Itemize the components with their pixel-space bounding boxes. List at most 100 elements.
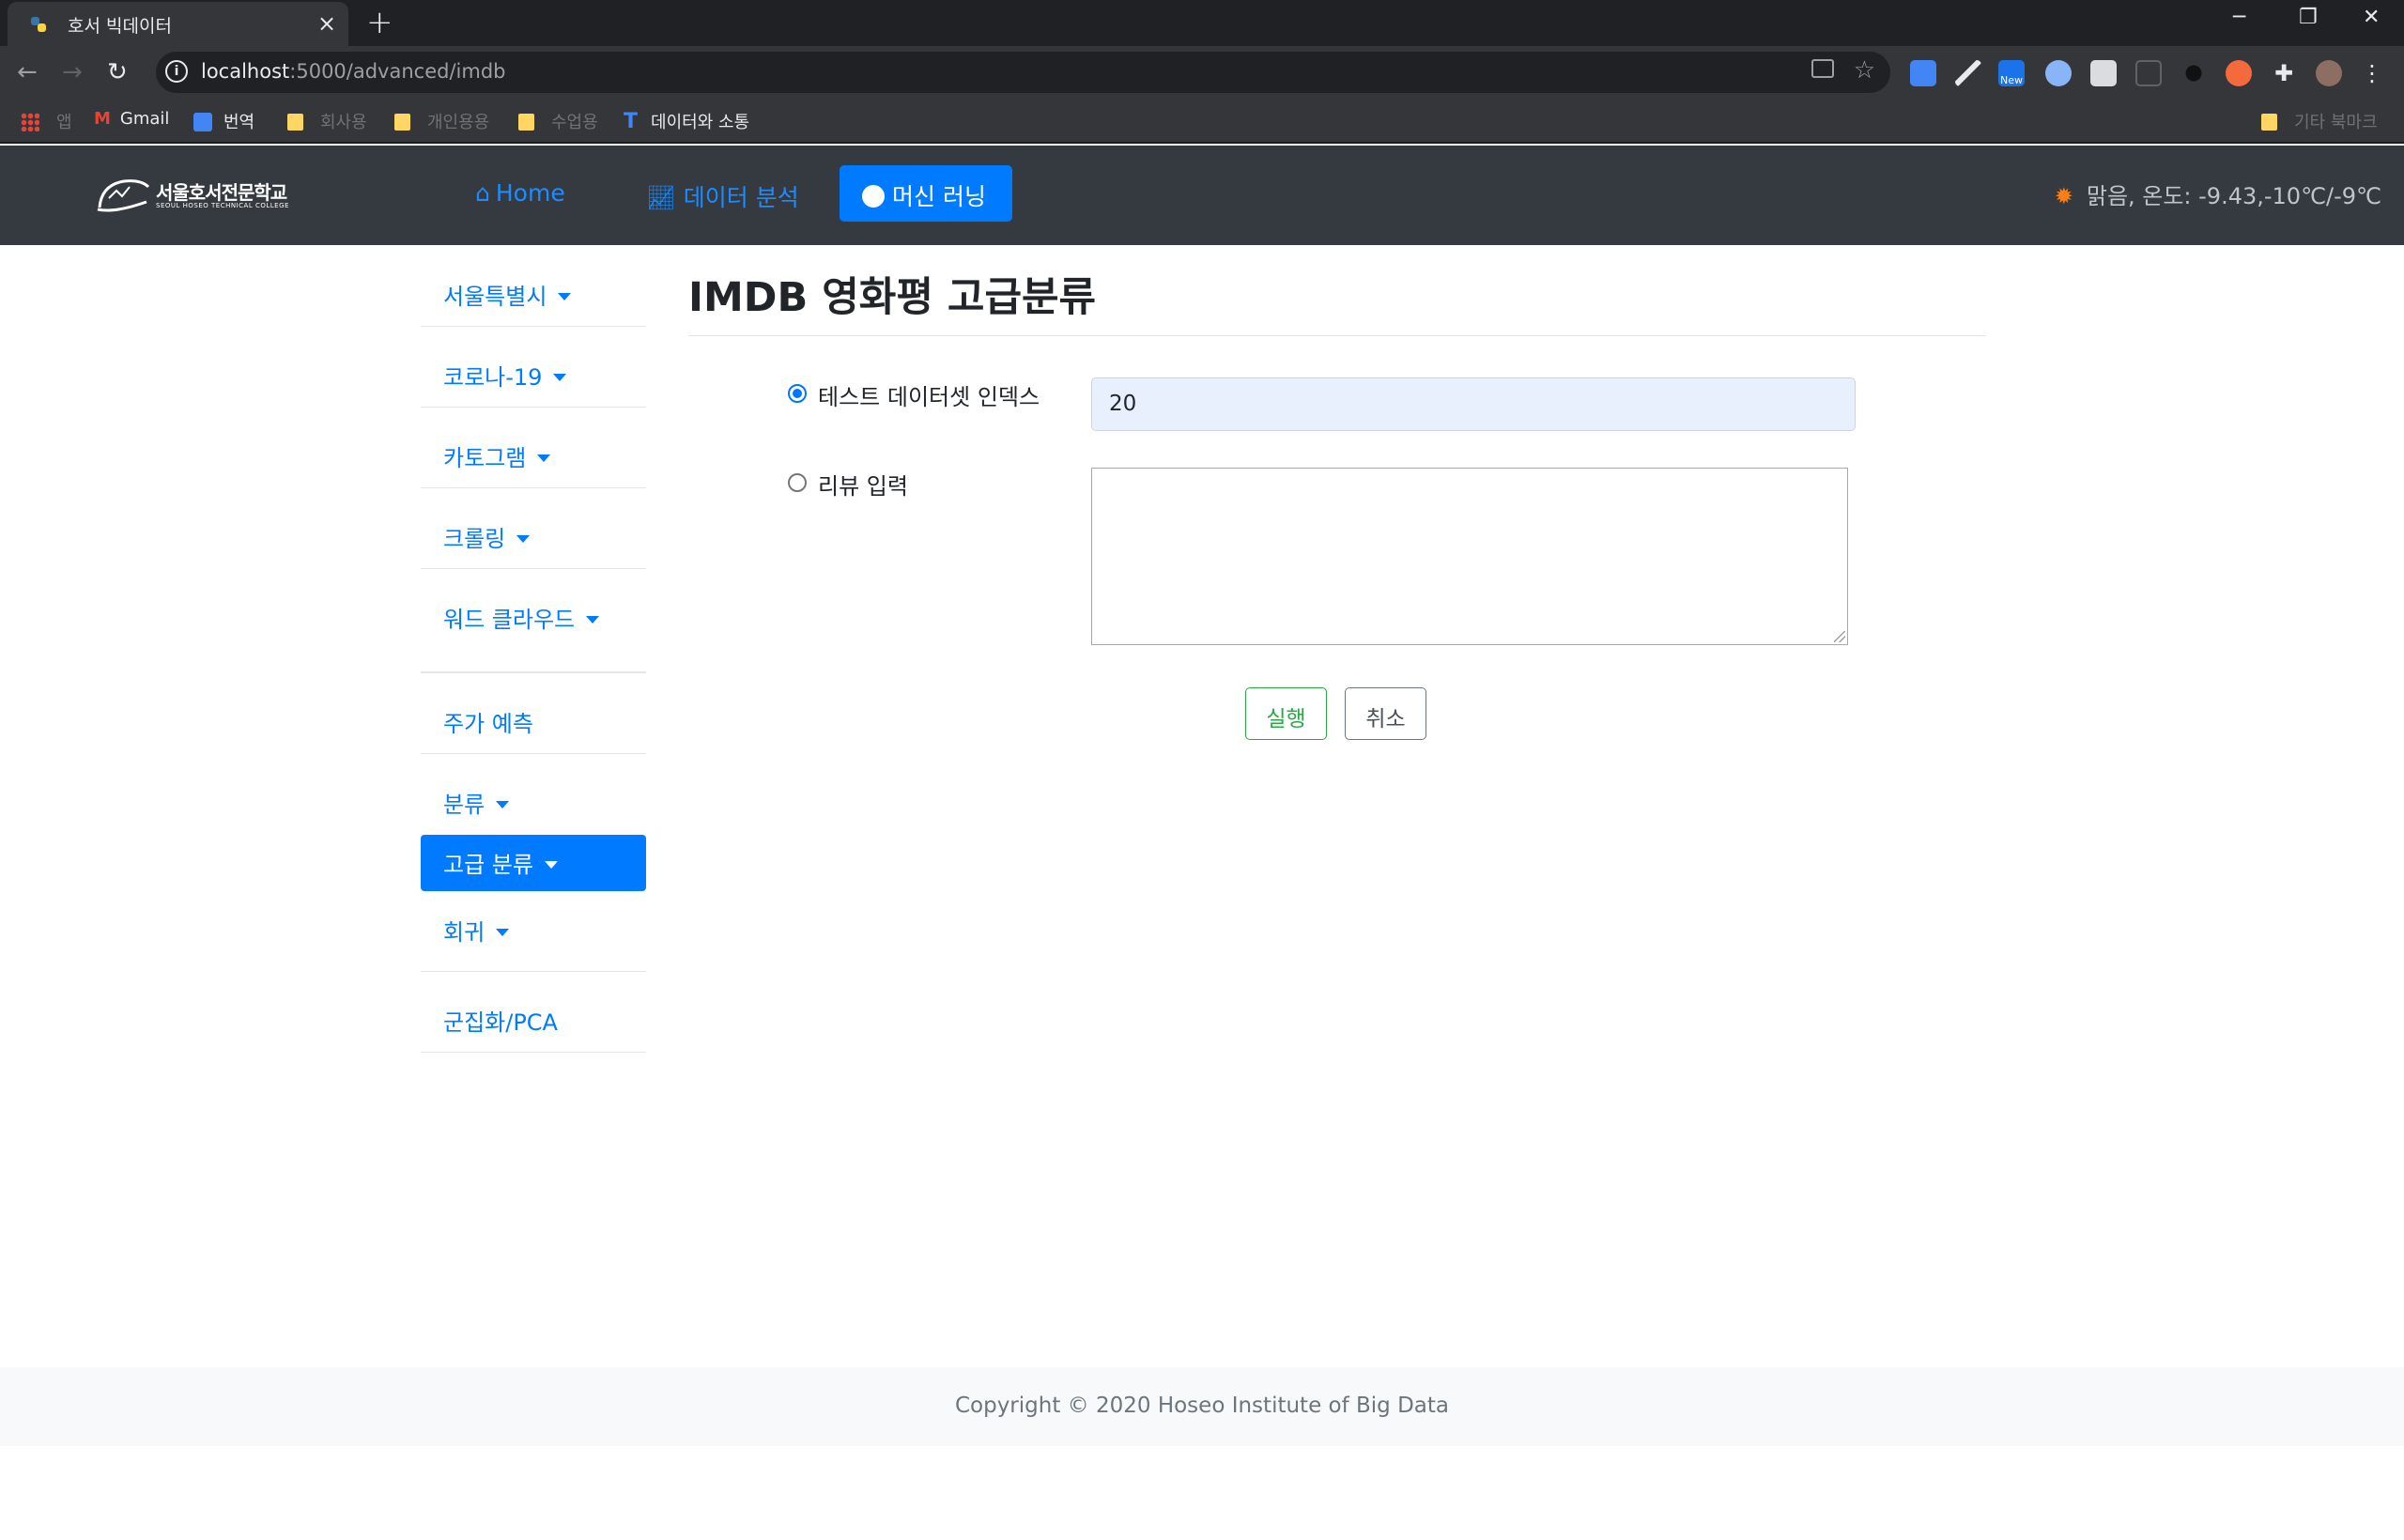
sidebar-item-advanced-classification[interactable]: 고급 분류 <box>421 835 646 891</box>
test-index-label[interactable]: 테스트 데이터셋 인덱스 <box>818 378 1040 411</box>
orange-extension-icon[interactable] <box>2226 60 2252 86</box>
bookmark-translate-label: 번역 <box>223 113 255 132</box>
nav-data-analysis[interactable]: 📈︎ 데이터 분석 <box>646 179 799 213</box>
caret-down-icon <box>558 293 572 300</box>
sidebar-item-classification[interactable]: 분류 <box>421 754 646 824</box>
url-host: localhost <box>201 60 290 83</box>
restore-icon[interactable]: ❐ <box>2299 6 2318 29</box>
cancel-button[interactable]: 취소 <box>1345 687 1426 740</box>
nav-home[interactable]: ⌂ Home <box>475 179 565 207</box>
browser-tab-strip: 호서 빅데이터 × + ─ ❐ ✕ <box>0 0 2404 46</box>
sidebar-item-label: 카토그램 <box>443 445 527 471</box>
eye-extension-icon[interactable] <box>2181 60 2207 86</box>
pen-extension-icon[interactable] <box>1955 60 1981 86</box>
bookmark-folder-class-label: 수업용 <box>551 113 598 132</box>
folder-icon <box>287 114 303 131</box>
sidebar-item-label: 회귀 <box>443 919 485 946</box>
caret-down-icon <box>495 929 509 936</box>
circle-extension-icon[interactable] <box>2045 60 2072 86</box>
bookmark-folder-work-label: 회사용 <box>320 113 367 132</box>
radio-review-input[interactable] <box>788 473 807 492</box>
caret-down-icon <box>553 374 567 381</box>
bookmark-gmail[interactable]: M Gmail <box>94 109 169 129</box>
sidebar-item-label: 고급 분류 <box>443 852 533 878</box>
copyright-text: Copyright © 2020 Hoseo Institute of Big … <box>954 1394 1450 1418</box>
radio-test-index[interactable] <box>788 384 807 403</box>
puzzle-extensions-icon[interactable]: ✚ <box>2271 60 2297 86</box>
browser-tab[interactable]: 호서 빅데이터 × <box>8 2 348 46</box>
bookmark-apps[interactable]: 앱 <box>21 109 72 133</box>
translate-icon <box>193 113 212 131</box>
bookmark-folder-work[interactable]: 회사용 <box>287 109 367 133</box>
new-tab-button[interactable]: + <box>366 4 393 41</box>
url-text[interactable]: localhost:5000/advanced/imdb <box>201 60 506 83</box>
run-button[interactable]: 실행 <box>1245 687 1327 740</box>
t-logo-icon: T <box>624 110 639 133</box>
bookmark-apps-label: 앱 <box>56 113 72 132</box>
review-input-label[interactable]: 리뷰 입력 <box>818 468 908 500</box>
folder-icon <box>518 114 534 131</box>
folder-icon <box>394 114 410 131</box>
sidebar-item-label: 워드 클라우드 <box>443 607 576 633</box>
cast-icon[interactable] <box>1811 59 1834 78</box>
bookmark-other[interactable]: 기타 북마크 <box>2261 109 2378 133</box>
caret-down-icon <box>536 454 550 462</box>
college-logo[interactable]: 서울호서전문학교 SEOUL HOSEO TECHNICAL COLLEGE <box>96 170 302 223</box>
sidebar-item-crawling[interactable]: 크롤링 <box>421 488 646 569</box>
site-info-icon[interactable]: i <box>165 60 188 83</box>
test-index-input[interactable]: 20 <box>1091 377 1856 431</box>
sidebar-item-label: 서울특별시 <box>443 284 547 310</box>
sidebar-item-cartogram[interactable]: 카토그램 <box>421 408 646 488</box>
minimize-icon[interactable]: ─ <box>2233 6 2245 29</box>
line-chart-icon: 📈︎ <box>646 184 676 211</box>
reload-icon[interactable]: ↻ <box>107 58 128 86</box>
caret-down-icon <box>495 801 509 808</box>
font-extension-icon[interactable] <box>2135 60 2162 86</box>
new-extension-icon[interactable]: New <box>1998 60 2025 86</box>
sidebar-item-label: 군집화/PCA <box>443 1009 558 1036</box>
python-favicon-icon <box>31 17 46 32</box>
bookmark-folder-personal[interactable]: 개인용용 <box>394 109 489 133</box>
sidebar-item-covid19[interactable]: 코로나-19 <box>421 327 646 408</box>
college-emblem-icon <box>97 179 150 212</box>
sidebar-item-label: 크롤링 <box>443 526 506 552</box>
nav-machine-learning-label: 머신 러닝 <box>892 183 986 210</box>
address-bar[interactable]: i localhost:5000/advanced/imdb ☆ <box>156 52 1890 93</box>
sidebar-item-label: 분류 <box>443 792 485 818</box>
bookmark-folder-class[interactable]: 수업용 <box>518 109 598 133</box>
translate-extension-icon[interactable] <box>1910 60 1936 86</box>
caret-down-icon <box>544 861 558 869</box>
gmail-icon: M <box>94 109 111 129</box>
close-window-icon[interactable]: ✕ <box>2363 6 2380 29</box>
sidebar-item-clustering-pca[interactable]: 군집화/PCA <box>421 972 646 1053</box>
nav-machine-learning[interactable]: 머신 러닝 <box>840 165 1012 222</box>
footer: Copyright © 2020 Hoseo Institute of Big … <box>0 1367 2404 1446</box>
folder-icon <box>2261 114 2277 131</box>
forward-icon[interactable]: → <box>62 58 83 86</box>
tab-close-icon[interactable]: × <box>317 10 336 37</box>
nav-home-label: Home <box>495 179 565 207</box>
bookmark-star-icon[interactable]: ☆ <box>1854 56 1875 85</box>
bookmark-folder-personal-label: 개인용용 <box>427 113 490 132</box>
resize-grip-icon[interactable] <box>1834 631 1845 642</box>
nav-data-analysis-label: 데이터 분석 <box>683 184 799 211</box>
back-icon[interactable]: ← <box>17 58 38 86</box>
sidebar-item-regression[interactable]: 회귀 <box>421 901 646 972</box>
bookmark-gmail-label: Gmail <box>119 109 170 129</box>
profile-avatar[interactable] <box>2316 60 2342 86</box>
menu-kebab-icon[interactable]: ⋮ <box>2359 60 2385 86</box>
sidebar-item-wordcloud[interactable]: 워드 클라우드 <box>421 569 646 673</box>
bookmark-data-comm-label: 데이터와 소통 <box>651 113 750 132</box>
caret-down-icon <box>516 535 530 543</box>
url-path: :5000/advanced/imdb <box>289 60 506 83</box>
weather-status: ✹ 맑음, 온도: -9.43,-10℃/-9℃ <box>2055 177 2381 210</box>
logo-text: 서울호서전문학교 <box>156 181 287 204</box>
bookmark-data-comm[interactable]: T 데이터와 소통 <box>624 109 749 133</box>
tab-title: 호서 빅데이터 <box>68 16 172 37</box>
bookmark-translate[interactable]: 번역 <box>193 109 254 133</box>
review-textarea[interactable] <box>1091 468 1848 645</box>
sidebar-item-label: 코로나-19 <box>443 364 543 391</box>
printer-extension-icon[interactable] <box>2090 60 2117 86</box>
sidebar-item-seoul[interactable]: 서울특별시 <box>421 246 646 327</box>
sidebar-item-stock-prediction[interactable]: 주가 예측 <box>421 673 646 754</box>
